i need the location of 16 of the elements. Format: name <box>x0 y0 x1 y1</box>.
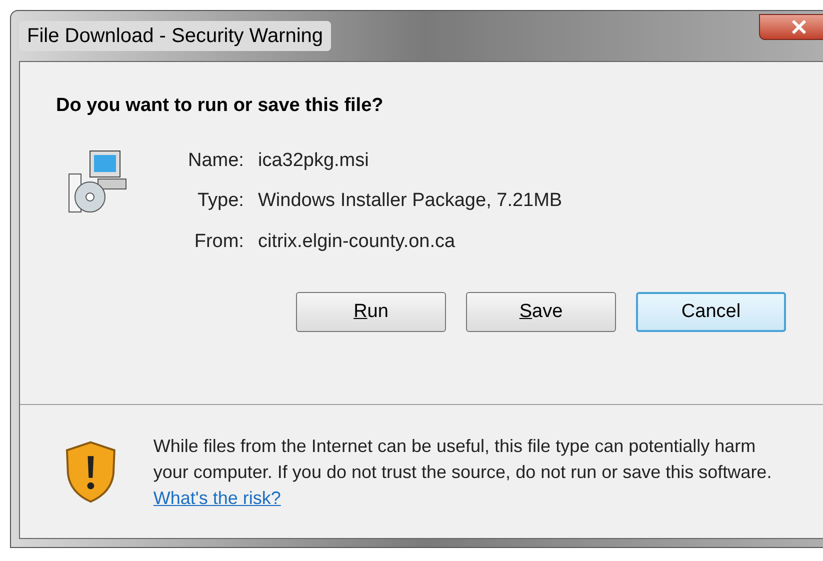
field-value: ica32pkg.msi <box>258 148 370 172</box>
dialog-button[interactable]: Cancel <box>636 292 786 332</box>
field-value: Windows Installer Package, 7.21MB <box>258 189 562 213</box>
warning-message: While files from the Internet can be useful, this file type can potentially harm your computer. If you do not trust the source, do not run or save this software. What's the risk? <box>153 434 773 510</box>
field-label: Name: <box>188 148 244 172</box>
warning-shield-icon <box>64 440 118 504</box>
dialog-button[interactable]: Run <box>296 292 446 332</box>
dialog-heading: Do you want to run or save this file? <box>56 94 384 118</box>
field-label: Type: <box>196 189 244 213</box>
field-value: citrix.elgin-county.on.ca <box>258 230 456 254</box>
close-icon <box>791 20 807 34</box>
dialog-button[interactable]: Save <box>466 292 616 332</box>
risk-link[interactable]: What's the risk? <box>153 488 281 508</box>
field-label: From: <box>193 230 244 254</box>
close-button[interactable] <box>759 14 823 40</box>
window-title: File Download - Security Warning <box>19 21 332 51</box>
